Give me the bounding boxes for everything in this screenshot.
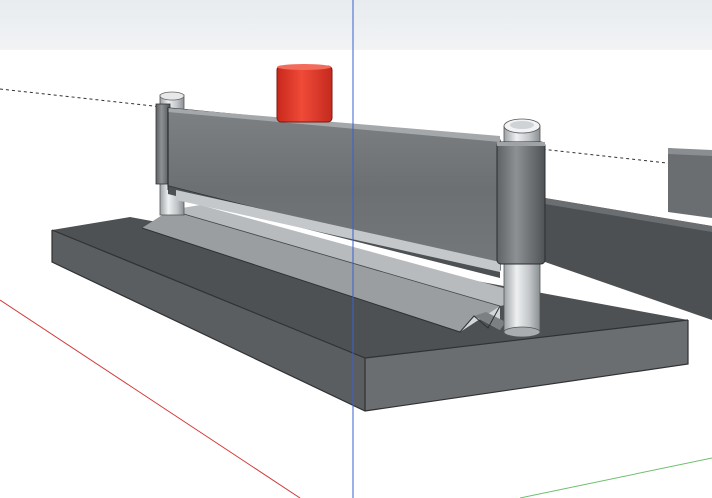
scene-canvas[interactable] [0, 0, 712, 498]
green-axis [519, 457, 712, 498]
right-post[interactable] [496, 118, 546, 338]
red-block[interactable] [276, 64, 333, 123]
sky-band [0, 0, 712, 50]
second-barrier-model[interactable] [545, 148, 712, 320]
modeling-viewport[interactable] [0, 0, 712, 498]
